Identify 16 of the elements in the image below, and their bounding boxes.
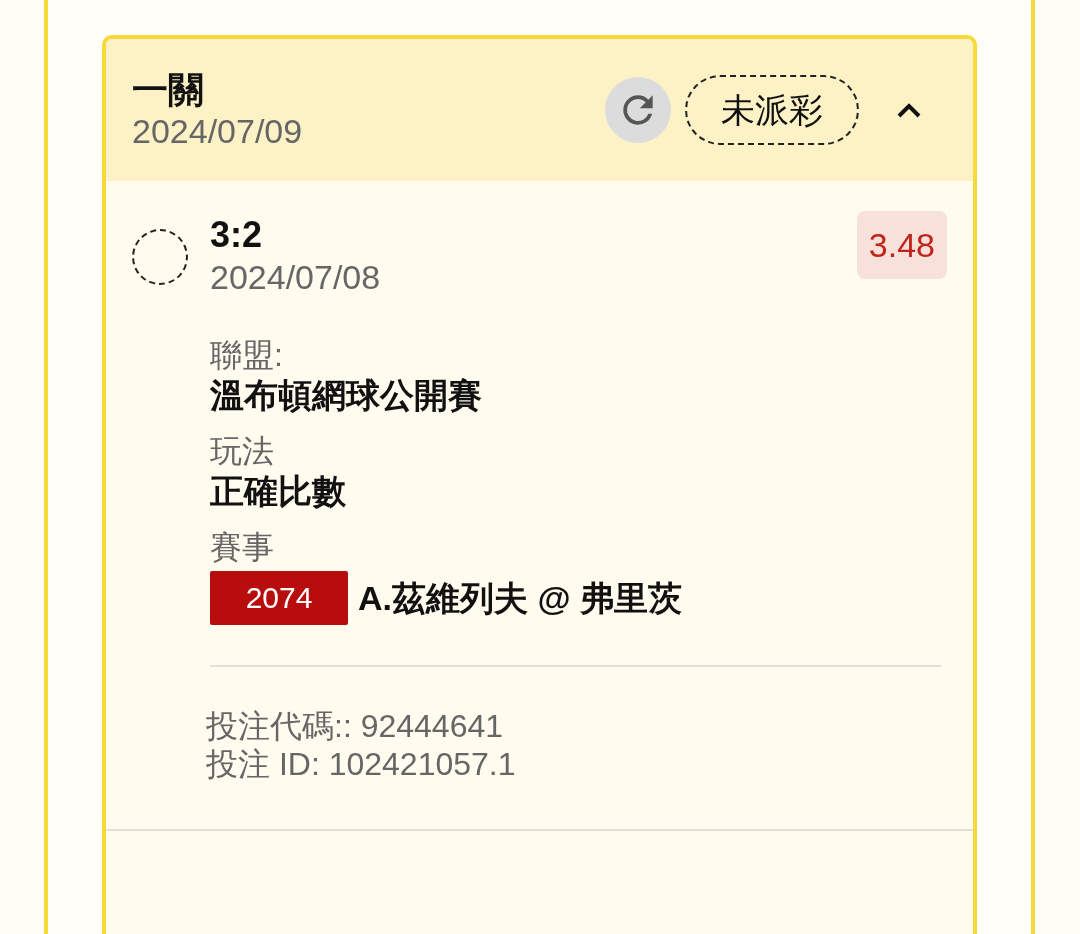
bet-reference: 投注 ID: 102421057.1 [206,745,517,783]
chevron-icon [896,101,922,119]
odds-badge: 3.48 [856,211,947,279]
match-number: 2074 [210,571,348,625]
leg-date: 2024/07/08 [210,257,382,297]
ticket-date: 2024/07/09 [132,111,304,151]
field-value: 溫布頓網球公開賽 [210,375,483,415]
status-badge: 未派彩 [685,75,859,145]
field-value: 正確比數 [210,471,347,511]
field-label: 賽事 [210,528,275,567]
field-label: 聯盟: [210,336,284,375]
field-label: 玩法 [210,432,275,471]
match-teams: A.茲維列夫 @ 弗里茨 [358,577,683,619]
ticket-title: 一關 [132,69,205,111]
bet-reference: 投注代碼:: 92444641 [206,707,505,745]
leg-score: 3:2 [210,213,264,257]
